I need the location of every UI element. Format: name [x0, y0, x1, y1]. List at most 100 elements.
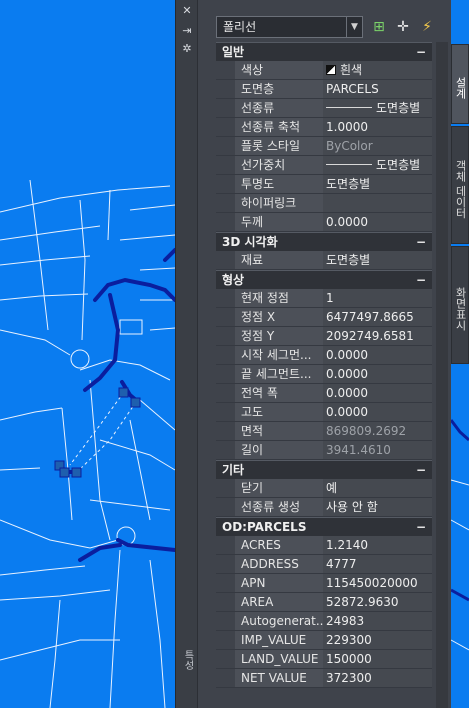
property-row[interactable]: LAND_VALUE 150000	[216, 650, 432, 669]
property-value-text: 예	[326, 481, 338, 495]
row-gutter	[216, 669, 235, 687]
quick-select-icon[interactable]: ⚡	[418, 17, 436, 37]
settings-icon[interactable]: ✲	[176, 42, 198, 56]
property-grid-scrollbar[interactable]	[436, 42, 448, 708]
section-header[interactable]: 일반 −	[216, 42, 432, 61]
property-row[interactable]: Autogenerat... 24983	[216, 612, 432, 631]
property-row[interactable]: 길이 3941.4610	[216, 441, 432, 460]
property-value[interactable]: 3941.4610	[323, 441, 432, 459]
property-value[interactable]: 도면층별	[323, 156, 432, 174]
property-row[interactable]: 고도 0.0000	[216, 403, 432, 422]
property-value[interactable]: 1.0000	[323, 118, 432, 136]
chevron-down-icon[interactable]: ▼	[346, 17, 362, 37]
object-type-dropdown[interactable]: 폴리선 ▼	[216, 16, 363, 38]
property-value[interactable]: 372300	[323, 669, 432, 687]
property-row[interactable]: ACRES 1.2140	[216, 536, 432, 555]
section-header[interactable]: OD:PARCELS −	[216, 517, 432, 536]
property-name: 선종류 생성	[235, 498, 323, 516]
property-row[interactable]: NET VALUE 372300	[216, 669, 432, 688]
add-selection-icon[interactable]: ⊞	[370, 17, 388, 37]
property-row[interactable]: 정점 Y 2092749.6581	[216, 327, 432, 346]
property-row[interactable]: 도면층 PARCELS	[216, 80, 432, 99]
property-value[interactable]: 1.2140	[323, 536, 432, 554]
property-row[interactable]: 선종류 생성 사용 안 함	[216, 498, 432, 517]
property-row[interactable]: ADDRESS 4777	[216, 555, 432, 574]
property-value[interactable]: ByColor	[323, 137, 432, 155]
property-value[interactable]	[323, 194, 432, 212]
property-value[interactable]: 0.0000	[323, 403, 432, 421]
property-row[interactable]: 면적 869809.2692	[216, 422, 432, 441]
close-icon[interactable]: ✕	[176, 4, 198, 18]
property-value-text: 도면층별	[326, 253, 371, 267]
property-value-text: 150000	[326, 652, 372, 666]
property-row[interactable]: 두께 0.0000	[216, 213, 432, 232]
property-row[interactable]: 시작 세그먼... 0.0000	[216, 346, 432, 365]
section-header[interactable]: 3D 시각화 −	[216, 232, 432, 251]
row-gutter	[216, 365, 235, 383]
object-type-value: 폴리선	[223, 20, 257, 34]
section-header[interactable]: 기타 −	[216, 460, 432, 479]
property-value[interactable]: 1	[323, 289, 432, 307]
property-value[interactable]: 52872.9630	[323, 593, 432, 611]
property-row[interactable]: AREA 52872.9630	[216, 593, 432, 612]
properties-palette: ✕ ⇥ ✲ 특성 폴리선 ▼ ⊞ ✛ ⚡ 일반 − 색상 흰색 도면층 PARCELS 선종…	[175, 0, 451, 708]
row-gutter	[216, 536, 235, 554]
collapse-icon[interactable]: −	[416, 271, 426, 289]
property-value[interactable]: 도면층별	[323, 175, 432, 193]
property-value[interactable]: PARCELS	[323, 80, 432, 98]
property-name: APN	[235, 574, 323, 592]
property-row[interactable]: 정점 X 6477497.8665	[216, 308, 432, 327]
property-row[interactable]: 닫기 예	[216, 479, 432, 498]
property-name: 닫기	[235, 479, 323, 497]
property-value[interactable]: 도면층별	[323, 99, 432, 117]
property-row[interactable]: 선종류 축척 1.0000	[216, 118, 432, 137]
color-swatch-icon	[326, 65, 336, 75]
property-value[interactable]: 6477497.8665	[323, 308, 432, 326]
property-row[interactable]: 투명도 도면층별	[216, 175, 432, 194]
property-value-text: 6477497.8665	[326, 310, 414, 324]
collapse-icon[interactable]: −	[416, 518, 426, 536]
section-title: 형상	[222, 273, 245, 287]
property-value[interactable]: 2092749.6581	[323, 327, 432, 345]
section-header[interactable]: 형상 −	[216, 270, 432, 289]
property-value[interactable]: 흰색	[323, 61, 432, 79]
property-row[interactable]: 현재 정점 1	[216, 289, 432, 308]
palette-title-strip[interactable]: ✕ ⇥ ✲ 특성	[176, 0, 198, 708]
property-value[interactable]: 예	[323, 479, 432, 497]
property-row[interactable]: IMP_VALUE 229300	[216, 631, 432, 650]
property-name: 현재 정점	[235, 289, 323, 307]
property-row[interactable]: 전역 폭 0.0000	[216, 384, 432, 403]
property-value[interactable]: 4777	[323, 555, 432, 573]
property-value[interactable]: 사용 안 함	[323, 498, 432, 516]
property-value[interactable]: 229300	[323, 631, 432, 649]
section-title: 3D 시각화	[222, 235, 278, 249]
property-value[interactable]: 115450020000	[323, 574, 432, 592]
property-row[interactable]: 끝 세그먼트... 0.0000	[216, 365, 432, 384]
tab-design[interactable]: 설계	[451, 44, 469, 124]
property-value[interactable]: 도면층별	[323, 251, 432, 269]
property-row[interactable]: 재료 도면층별	[216, 251, 432, 270]
tab-display[interactable]: 화면표시	[451, 246, 469, 364]
row-gutter	[216, 555, 235, 573]
property-value[interactable]: 0.0000	[323, 365, 432, 383]
property-row[interactable]: 선가중치 도면층별	[216, 156, 432, 175]
property-row[interactable]: 플롯 스타일 ByColor	[216, 137, 432, 156]
property-value[interactable]: 24983	[323, 612, 432, 630]
property-value[interactable]: 150000	[323, 650, 432, 668]
property-value[interactable]: 0.0000	[323, 213, 432, 231]
auto-hide-icon[interactable]: ⇥	[176, 24, 198, 38]
property-row[interactable]: 색상 흰색	[216, 61, 432, 80]
property-row[interactable]: 하이퍼링크	[216, 194, 432, 213]
collapse-icon[interactable]: −	[416, 43, 426, 61]
collapse-icon[interactable]: −	[416, 461, 426, 479]
collapse-icon[interactable]: −	[416, 233, 426, 251]
property-value[interactable]: 869809.2692	[323, 422, 432, 440]
property-row[interactable]: 선종류 도면층별	[216, 99, 432, 118]
property-value-text: ByColor	[326, 139, 373, 153]
pick-objects-icon[interactable]: ✛	[394, 17, 412, 37]
property-value[interactable]: 0.0000	[323, 346, 432, 364]
property-name: 두께	[235, 213, 323, 231]
property-value[interactable]: 0.0000	[323, 384, 432, 402]
property-row[interactable]: APN 115450020000	[216, 574, 432, 593]
tab-object-data[interactable]: 객체 데이터	[451, 126, 469, 244]
